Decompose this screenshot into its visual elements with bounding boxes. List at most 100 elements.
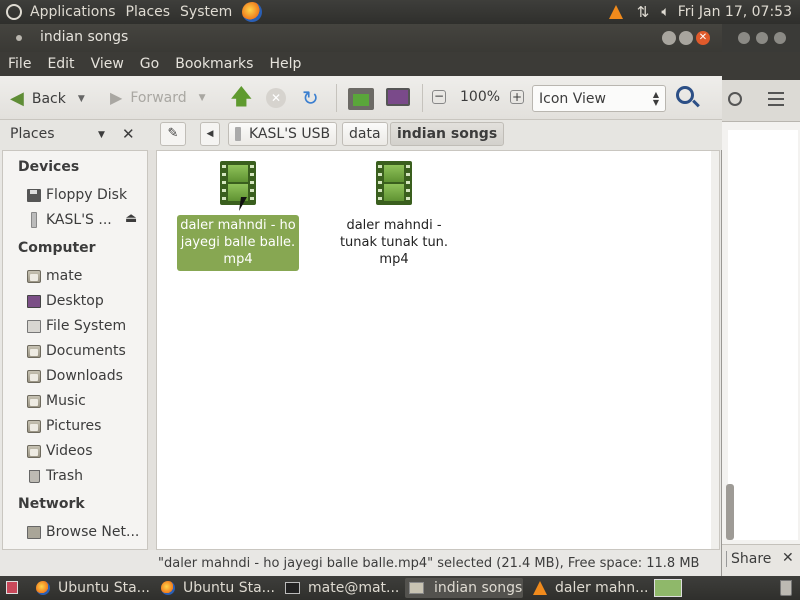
background-settings-icon[interactable]	[728, 92, 742, 106]
stop-icon[interactable]: ✕	[266, 88, 286, 108]
sidebar-item-pictures[interactable]: Pictures	[3, 415, 147, 437]
background-maximize-button[interactable]	[756, 32, 768, 44]
back-history-dropdown-icon[interactable]: ▼	[78, 94, 85, 104]
search-icon[interactable]	[676, 86, 700, 108]
file-view[interactable]: daler mahndi - ho jayegi balle balle. mp…	[156, 150, 720, 550]
content-scrollbar[interactable]	[711, 151, 719, 549]
file-name-line: daler mahndi -	[346, 218, 442, 233]
file-name-line: jayegi balle balle.	[180, 235, 296, 250]
zoom-level[interactable]: 100%	[460, 89, 500, 105]
places-selector[interactable]: Places ▼	[10, 126, 110, 142]
sidebar-item-browse-network[interactable]: Browse Net...	[3, 521, 147, 543]
sidebar-item-videos[interactable]: Videos	[3, 440, 147, 462]
file-item-tunak-tunak[interactable]: daler mahndi - tunak tunak tun. mp4	[333, 159, 455, 287]
sidebar-item-floppy-disk[interactable]: Floppy Disk	[3, 184, 147, 206]
background-minimize-button[interactable]	[738, 32, 750, 44]
up-arrow-icon[interactable]: 🡅	[230, 86, 253, 110]
file-name: daler mahndi - tunak tunak tun. mp4	[333, 217, 455, 268]
file-name-selected: daler mahndi - ho jayegi balle balle. mp…	[177, 215, 299, 271]
maximize-button[interactable]	[679, 31, 693, 45]
minimize-button[interactable]	[662, 31, 676, 45]
usb-drive-icon	[235, 127, 241, 141]
workspace-switcher[interactable]	[654, 579, 682, 597]
forward-history-dropdown-icon[interactable]: ▼	[199, 93, 206, 103]
clock[interactable]: Fri Jan 17, 07:53	[678, 4, 792, 20]
places-menu[interactable]: Places	[126, 4, 171, 20]
taskbar-item-file-manager[interactable]: indian songs	[405, 578, 523, 598]
home-icon[interactable]	[348, 88, 374, 110]
taskbar-item-vlc[interactable]: daler mahn...	[529, 578, 647, 598]
back-button[interactable]: ◀ Back ▼	[10, 88, 85, 109]
taskbar-item-label: Ubuntu Sta...	[58, 580, 150, 596]
taskbar-item-terminal[interactable]: mate@mat...	[281, 578, 399, 598]
background-scrollbar[interactable]	[726, 484, 734, 540]
vlc-tray-icon[interactable]	[608, 5, 623, 19]
taskbar-item-firefox-2[interactable]: Ubuntu Sta...	[157, 578, 275, 598]
ubuntu-logo-icon[interactable]	[6, 4, 22, 20]
file-name-line: mp4	[379, 252, 409, 267]
breadcrumb-left-arrow[interactable]: ◀	[200, 122, 220, 146]
sidebar-item-label: mate	[46, 268, 83, 284]
taskbar-item-label: Ubuntu Sta...	[183, 580, 275, 596]
forward-button[interactable]: ▶ Forward ▼	[110, 88, 206, 107]
volume-icon[interactable]: 🔈︎	[661, 4, 669, 20]
close-share-icon[interactable]: ✕	[782, 550, 794, 566]
window-menu-icon[interactable]	[16, 35, 22, 41]
hamburger-menu-icon[interactable]	[768, 92, 784, 106]
breadcrumb-data[interactable]: data	[342, 122, 388, 146]
reload-icon[interactable]: ↻	[302, 86, 319, 110]
sidebar-heading-devices: Devices	[18, 159, 80, 175]
sidebar-item-trash[interactable]: Trash	[3, 465, 147, 487]
sidebar-item-downloads[interactable]: Downloads	[3, 365, 147, 387]
sidebar-item-label: Downloads	[46, 368, 123, 384]
eject-icon[interactable]: ⏏	[125, 211, 137, 226]
menu-edit[interactable]: Edit	[39, 56, 82, 72]
applications-menu[interactable]: Applications	[30, 4, 116, 20]
window-titlebar[interactable]: indian songs ✕	[0, 24, 722, 52]
menu-go[interactable]: Go	[132, 56, 167, 72]
vlc-icon	[533, 581, 547, 595]
network-icon[interactable]: ⇅	[637, 3, 650, 21]
downloads-folder-icon	[27, 369, 41, 383]
forward-label: Forward	[130, 89, 187, 106]
sidebar-item-music[interactable]: Music	[3, 390, 147, 412]
places-label: Places	[10, 126, 55, 142]
computer-icon[interactable]	[386, 88, 410, 106]
menu-bookmarks[interactable]: Bookmarks	[167, 56, 261, 72]
view-mode-select[interactable]: Icon View ▲ ▼	[532, 85, 666, 112]
usb-drive-icon	[31, 212, 37, 228]
close-button[interactable]: ✕	[696, 31, 710, 45]
sidebar-item-file-system[interactable]: File System	[3, 315, 147, 337]
sidebar-item-desktop[interactable]: Desktop	[3, 290, 147, 312]
menu-help[interactable]: Help	[261, 56, 309, 72]
system-menu[interactable]: System	[180, 4, 232, 20]
file-system-icon	[27, 319, 41, 333]
menu-view[interactable]: View	[83, 56, 132, 72]
show-desktop-icon[interactable]	[6, 581, 18, 594]
breadcrumb-usb[interactable]: KASL'S USB	[228, 122, 338, 146]
firefox-launcher-icon[interactable]	[242, 2, 263, 22]
sidebar: Devices Floppy Disk KASL'S ... ⏏ Compute…	[2, 150, 148, 550]
background-close-button[interactable]	[774, 32, 786, 44]
zoom-in-button[interactable]: +	[510, 90, 524, 104]
video-file-icon	[220, 161, 256, 205]
pane-resize-handle[interactable]	[148, 150, 156, 550]
edit-location-button[interactable]: ✎	[160, 122, 186, 146]
share-button[interactable]: Share	[726, 551, 771, 567]
sidebar-item-documents[interactable]: Documents	[3, 340, 147, 362]
zoom-out-button[interactable]: −	[432, 90, 446, 104]
taskbar-item-firefox-1[interactable]: Ubuntu Sta...	[32, 578, 150, 598]
sidebar-item-label: Browse Net...	[46, 524, 140, 540]
breadcrumb-data-label: data	[349, 126, 381, 142]
sidebar-item-mate[interactable]: mate	[3, 265, 147, 287]
breadcrumb-indian-songs[interactable]: indian songs	[390, 122, 505, 146]
view-mode-value: Icon View	[539, 90, 606, 107]
desktop-icon	[27, 294, 41, 308]
close-sidebar-icon[interactable]: ✕	[122, 125, 135, 143]
file-item-ho-jayegi[interactable]: daler mahndi - ho jayegi balle balle. mp…	[177, 159, 299, 287]
taskbar-item-label: mate@mat...	[308, 580, 399, 596]
background-content	[728, 130, 798, 540]
sidebar-item-usb-drive[interactable]: KASL'S ... ⏏	[3, 209, 147, 231]
menu-file[interactable]: File	[0, 56, 39, 72]
trash-applet-icon[interactable]	[780, 580, 792, 596]
